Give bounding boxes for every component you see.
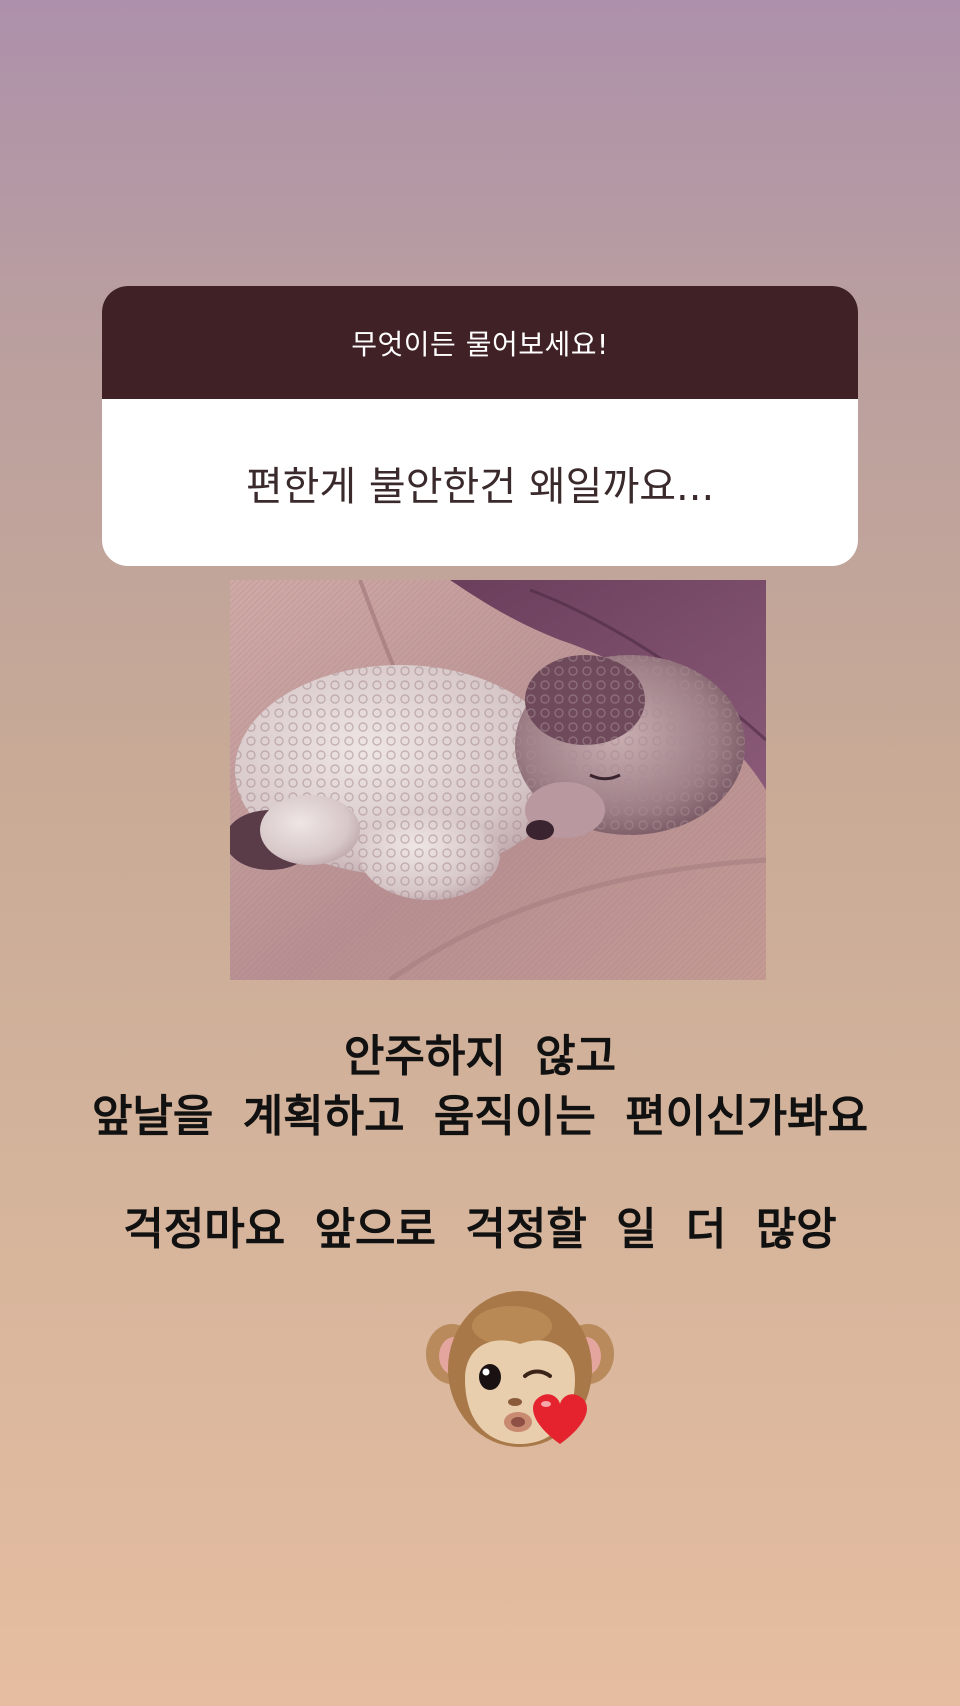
caption-line-1: 안주하지 않고 (343, 1031, 617, 1082)
dog-photo (230, 580, 766, 980)
caption-line-3: 걱정마요 앞으로 걱정할 일 더 많앙 (123, 1204, 837, 1255)
question-sticker[interactable]: 무엇이든 물어보세요! 편한게 불안한건 왜일까요... (102, 286, 858, 566)
question-answer: 편한게 불안한건 왜일까요... (245, 463, 715, 510)
monkey-kiss-heart-icon[interactable] (420, 1284, 620, 1464)
poodle-image (230, 580, 766, 980)
question-prompt: 무엇이든 물어보세요! (102, 286, 858, 399)
caption-line-2: 앞날을 계획하고 움직이는 편이신가봐요 (91, 1091, 869, 1142)
story-canvas: 무엇이든 물어보세요! 편한게 불안한건 왜일까요... 안주하지 않고 앞날을… (0, 0, 960, 1706)
